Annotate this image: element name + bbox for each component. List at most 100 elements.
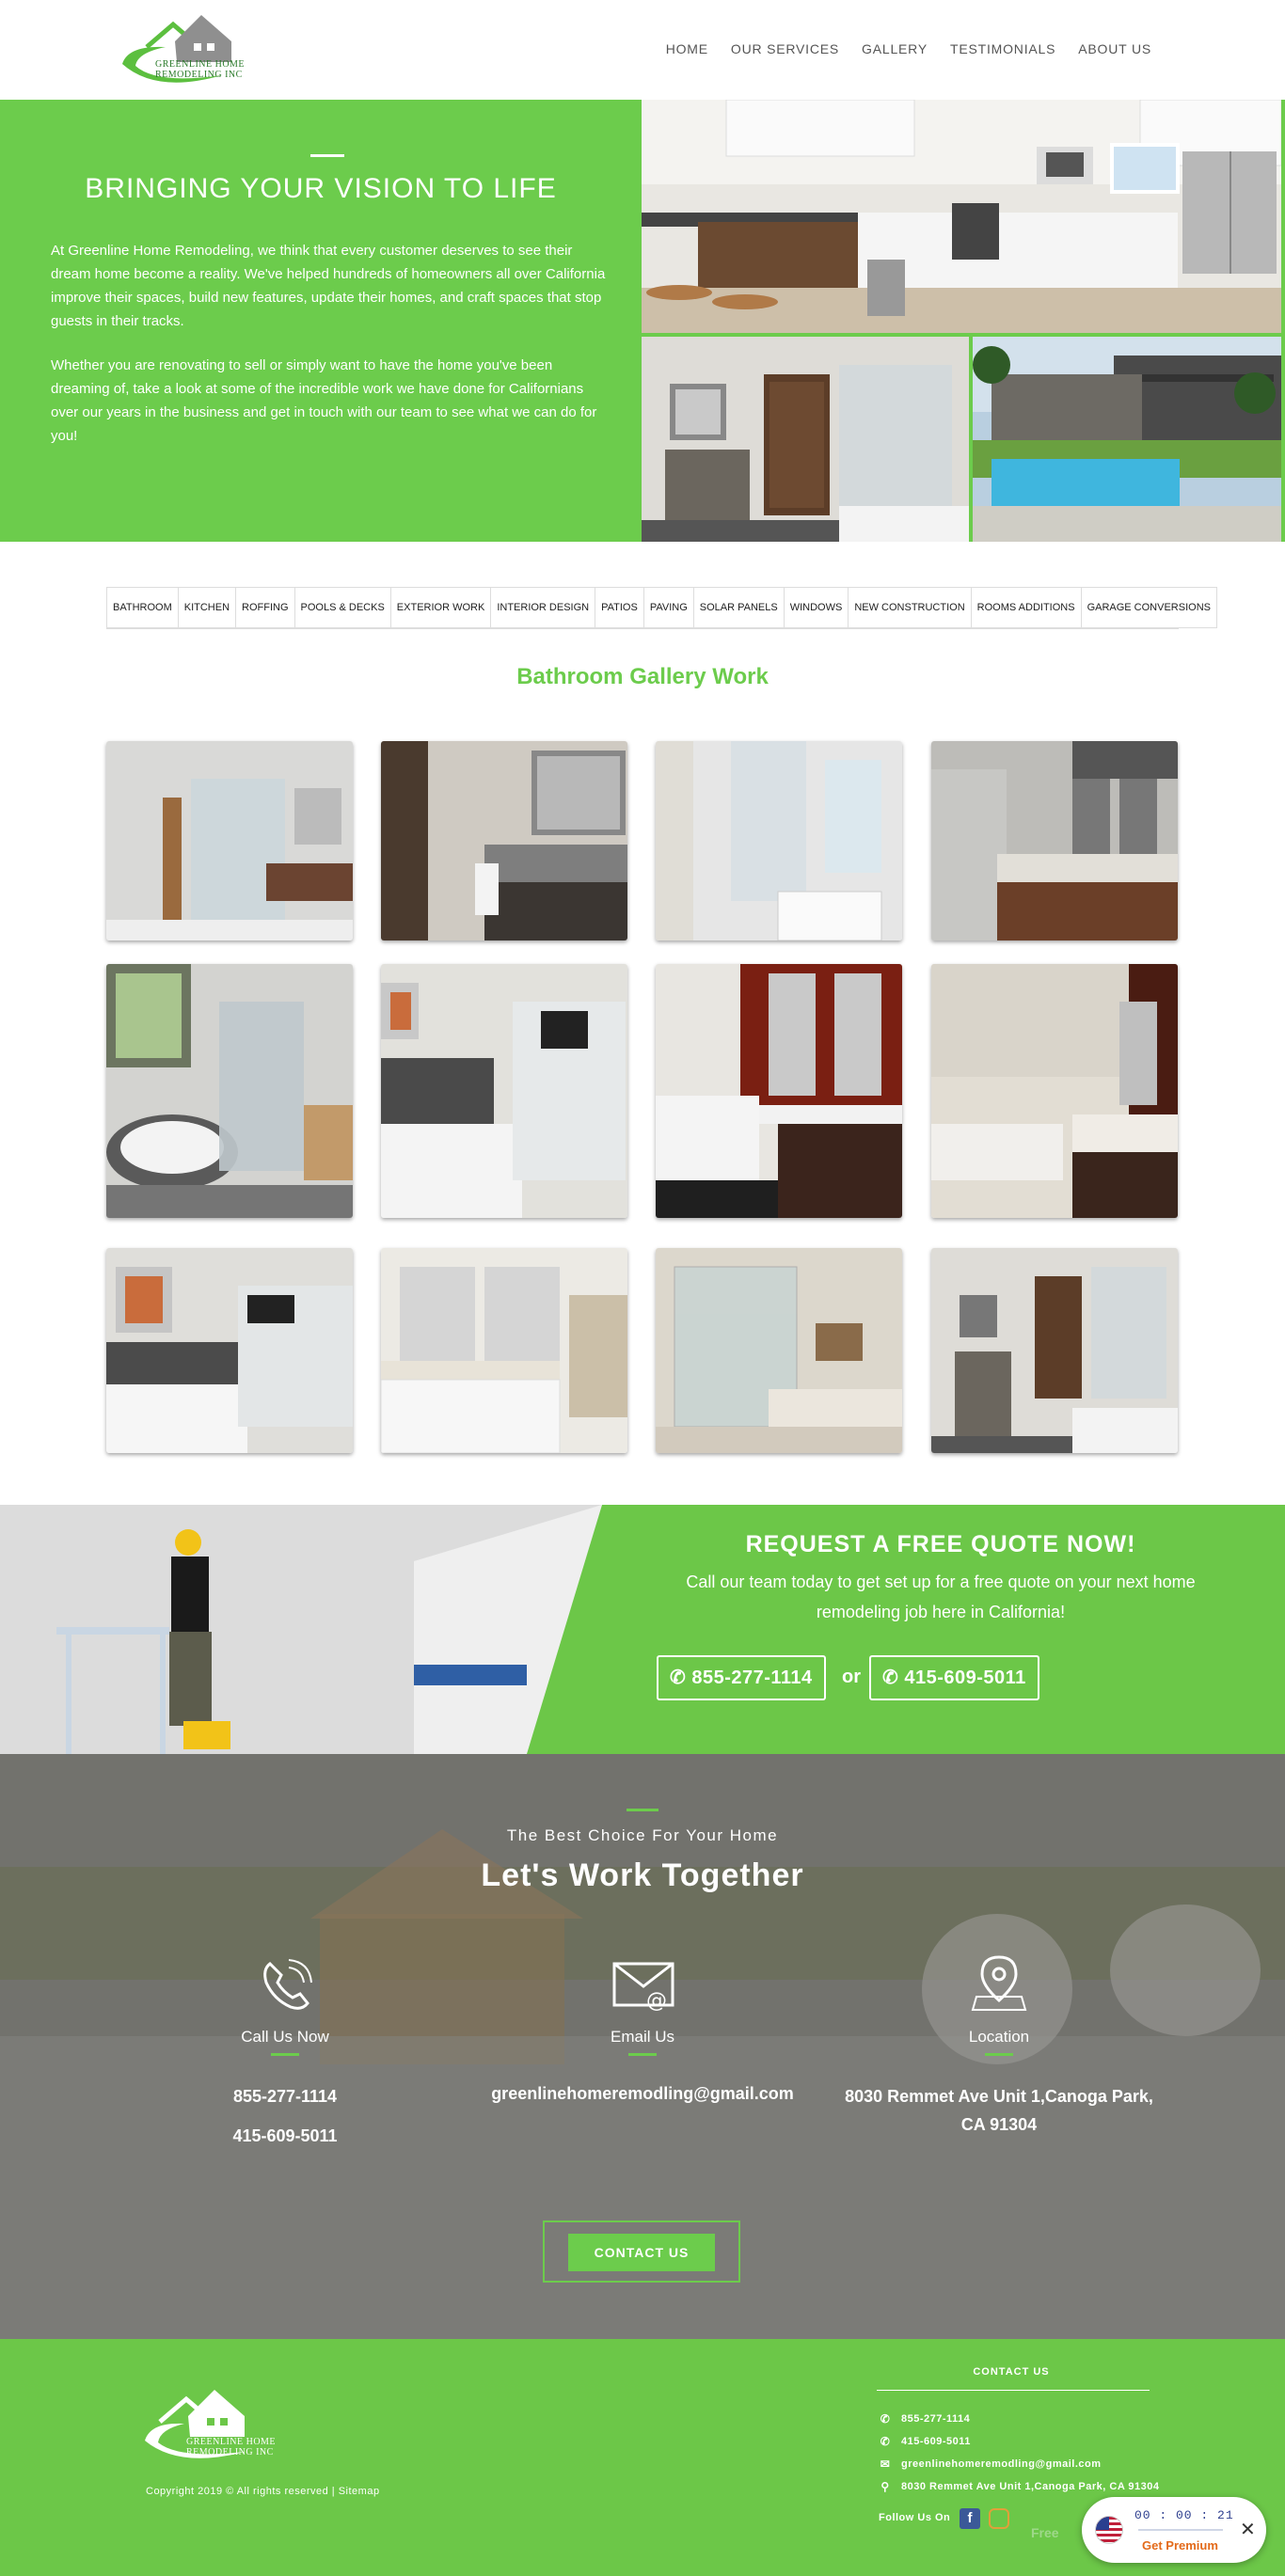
work-together-section: The Best Choice For Your Home Let's Work… <box>0 1754 1285 2339</box>
gallery-image[interactable] <box>106 741 353 940</box>
gallery-title: Bathroom Gallery Work <box>516 664 769 689</box>
footer-logo-text-line1: GREENLINE HOME <box>186 2437 277 2447</box>
kitchen-photo <box>642 100 1281 333</box>
footer-contact-title: CONTACT US <box>973 2366 1050 2378</box>
hero-paragraph-2: Whether you are renovating to sell or si… <box>51 357 597 444</box>
call-underline <box>271 2053 299 2056</box>
footer-address-text: 8030 Remmet Ave Unit 1,Canoga Park, CA 9… <box>901 2481 1160 2492</box>
gallery-image[interactable] <box>381 1248 627 1453</box>
phone-button-1-label: 855-277-1114 <box>691 1667 813 1688</box>
main-nav: HOME OUR SERVICES GALLERY TESTIMONIALS A… <box>666 41 1151 56</box>
gallery-image[interactable] <box>656 1248 902 1453</box>
hero-divider <box>310 154 344 157</box>
instagram-icon[interactable] <box>989 2508 1009 2529</box>
phone-icon: ✆ <box>670 1667 687 1688</box>
location-label: Location <box>968 2028 1030 2046</box>
tab-rooms-additions[interactable]: ROOMS ADDITIONS <box>970 587 1081 628</box>
tab-bathroom[interactable]: BATHROOM <box>106 587 178 628</box>
facebook-icon[interactable]: f <box>960 2508 980 2529</box>
gallery-image[interactable] <box>931 964 1178 1218</box>
location-pin-icon: ⚲ <box>880 2480 890 2493</box>
address-line-2: CA 91304 <box>960 2115 1038 2134</box>
tab-patios[interactable]: PATIOS <box>595 587 643 628</box>
gallery-tabs: BATHROOM KITCHEN ROFFING POOLS & DECKS E… <box>106 587 1217 629</box>
email-address[interactable]: greenlinehomeremodling@gmail.com <box>445 2079 840 2108</box>
tab-kitchen[interactable]: KITCHEN <box>177 587 236 628</box>
gallery-image[interactable] <box>106 964 353 1218</box>
nav-our-services[interactable]: OUR SERVICES <box>731 41 839 56</box>
envelope-icon: ✉ <box>880 2457 891 2471</box>
free-quote-banner: REQUEST A FREE QUOTE NOW! Call our team … <box>0 1505 1285 1754</box>
footer-email[interactable]: ✉ greenlinehomeremodling@gmail.com <box>879 2457 1102 2471</box>
address-line-1: 8030 Remmet Ave Unit 1,Canoga Park, <box>845 2087 1153 2106</box>
hero-photo-panel <box>642 100 1285 542</box>
logo-text-line1: GREENLINE HOME <box>155 59 246 70</box>
gallery-image[interactable] <box>931 741 1178 940</box>
footer-phone-1[interactable]: ✆ 855-277-1114 <box>879 2412 970 2426</box>
tab-paving[interactable]: PAVING <box>642 587 693 628</box>
footer-phone-2[interactable]: ✆ 415-609-5011 <box>879 2435 971 2448</box>
email-icon: @ <box>612 1962 674 2013</box>
call-label: Call Us Now <box>241 2028 329 2046</box>
footer-address: ⚲ 8030 Remmet Ave Unit 1,Canoga Park, CA… <box>879 2480 1160 2493</box>
email-label: Email Us <box>610 2028 674 2046</box>
follow-us-label: Follow Us On <box>879 2512 951 2523</box>
work-divider <box>627 1809 658 1811</box>
footer-logo-text: GREENLINE HOME REMODELING INC <box>186 2437 276 2457</box>
close-icon[interactable]: ✕ <box>1240 2518 1256 2541</box>
contact-us-button[interactable]: CONTACT US <box>568 2234 715 2271</box>
tab-garage-conversions[interactable]: GARAGE CONVERSIONS <box>1080 587 1217 628</box>
phone-button-1[interactable]: ✆ 855-277-1114 <box>657 1655 826 1700</box>
tab-roffing[interactable]: ROFFING <box>235 587 294 628</box>
phone-icon <box>263 1959 312 2010</box>
quote-title: REQUEST A FREE QUOTE NOW! <box>745 1531 1136 1557</box>
tab-windows[interactable]: WINDOWS <box>783 587 849 628</box>
hero-paragraph-1: At Greenline Home Remodeling, we think t… <box>51 243 606 329</box>
nav-testimonials[interactable]: TESTIMONIALS <box>950 41 1055 56</box>
footer-email-text: greenlinehomeremodling@gmail.com <box>901 2458 1102 2470</box>
call-phone-1[interactable]: 855-277-1114 <box>125 2082 445 2110</box>
nav-about-us[interactable]: ABOUT US <box>1078 41 1151 56</box>
phone-button-2-label: 415-609-5011 <box>904 1667 1026 1688</box>
work-subtitle: The Best Choice For Your Home <box>506 1826 779 1844</box>
pool-photo <box>973 337 1281 542</box>
call-phone-2[interactable]: 415-609-5011 <box>125 2122 445 2150</box>
footer-logo-text-line2: REMODELING INC <box>186 2447 274 2457</box>
phone-icon: ✆ <box>880 2435 891 2448</box>
footer-phone-1-text: 855-277-1114 <box>901 2413 971 2425</box>
svg-text:@: @ <box>646 1989 667 2013</box>
get-premium-link[interactable]: Get Premium <box>1142 2538 1218 2552</box>
nav-gallery[interactable]: GALLERY <box>862 41 928 56</box>
footer-phone-2-text: 415-609-5011 <box>901 2436 971 2447</box>
tab-interior-design[interactable]: INTERIOR DESIGN <box>490 587 595 628</box>
phone-icon: ✆ <box>880 2412 891 2426</box>
gallery-image[interactable] <box>931 1248 1178 1453</box>
us-flag-icon <box>1095 2516 1123 2544</box>
tab-solar-panels[interactable]: SOLAR PANELS <box>692 587 784 628</box>
timer-divider <box>1138 2529 1223 2531</box>
email-underline <box>628 2053 657 2056</box>
bathroom-photo <box>642 337 969 542</box>
free-label: Free <box>1031 2525 1059 2540</box>
timer-display: 00 : 00 : 21 <box>1134 2508 1234 2522</box>
hero-title: BRINGING YOUR VISION TO LIFE <box>85 173 557 204</box>
tab-exterior-work[interactable]: EXTERIOR WORK <box>389 587 491 628</box>
logo-text-line2: REMODELING INC <box>155 70 243 80</box>
location-underline <box>985 2053 1013 2056</box>
copyright: Copyright 2019 © All rights reserved | S… <box>146 2486 380 2497</box>
gallery-image[interactable] <box>381 741 627 940</box>
footer-contact-divider <box>877 2390 1150 2391</box>
logo-text: GREENLINE HOME REMODELING INC <box>155 59 245 80</box>
tab-pools-decks[interactable]: POOLS & DECKS <box>293 587 390 628</box>
or-label: or <box>842 1667 861 1687</box>
gallery-image[interactable] <box>656 964 902 1218</box>
nav-home[interactable]: HOME <box>666 41 708 56</box>
gallery-image[interactable] <box>381 964 627 1218</box>
gallery-image[interactable] <box>656 741 902 940</box>
gallery-image[interactable] <box>106 1248 353 1453</box>
quote-subtitle: Call our team today to get set up for a … <box>686 1572 1196 1621</box>
phone-icon: ✆ <box>882 1667 899 1688</box>
tab-new-construction[interactable]: NEW CONSTRUCTION <box>848 587 971 628</box>
premium-timer-widget[interactable]: 00 : 00 : 21 Get Premium ✕ <box>1082 2497 1266 2563</box>
phone-button-2[interactable]: ✆ 415-609-5011 <box>869 1655 1039 1700</box>
